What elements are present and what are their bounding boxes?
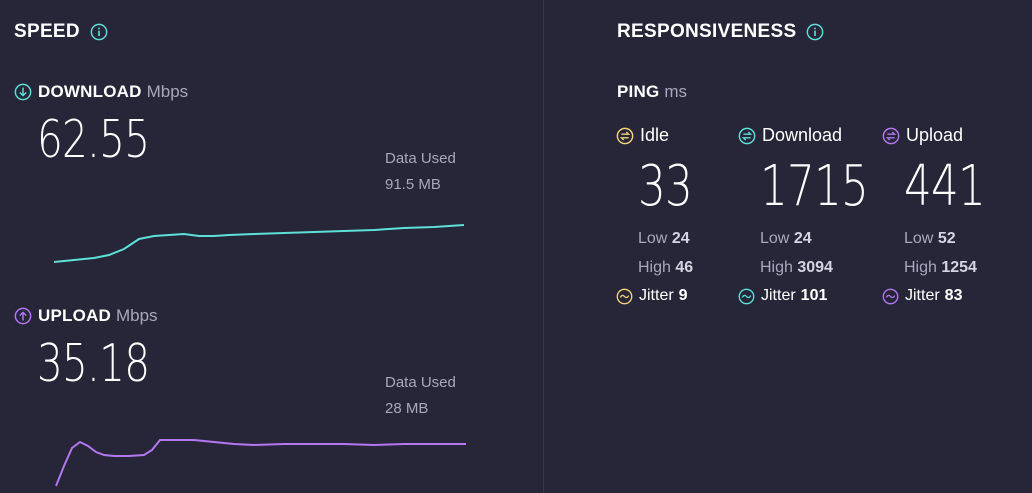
ping-idle-jitter: Jitter 9 [616, 282, 707, 310]
arrow-up-circle-icon [14, 307, 32, 325]
ping-download-high: High 3094 [760, 259, 833, 276]
upload-speed-value: 35.18 [37, 334, 150, 394]
download-data-used-value: 91.5 MB [385, 176, 441, 193]
upload-header: UPLOAD Mbps [14, 306, 158, 326]
ping-circle-icon [616, 127, 634, 144]
ping-circle-icon [882, 127, 900, 144]
upload-data-used: Data Used 28 MB [385, 370, 456, 422]
info-icon[interactable] [90, 23, 108, 41]
download-data-used-label: Data Used [385, 150, 456, 167]
download-unit: Mbps [146, 82, 189, 101]
ping-circle-icon [738, 127, 756, 144]
info-icon[interactable] [806, 23, 824, 41]
download-label: DOWNLOAD [38, 82, 142, 101]
speed-section-title: SPEED [14, 21, 108, 43]
responsiveness-title-text: RESPONSIVENESS [617, 21, 797, 42]
ping-column-download: Download 1715 Low 24 High 3094 Jitter 101 [738, 125, 899, 310]
upload-label: UPLOAD [38, 306, 111, 325]
ping-download-jitter: Jitter 101 [738, 282, 899, 310]
arrow-down-circle-icon [14, 83, 32, 101]
wave-circle-icon [616, 288, 633, 304]
ping-column-upload: Upload 441 Low 52 High 1254 Jitter 83 [882, 125, 1008, 310]
upload-speed-graph [55, 439, 466, 487]
ping-upload-value: 441 [904, 154, 986, 219]
wave-circle-icon [738, 288, 755, 304]
column-divider [543, 0, 544, 493]
ping-header: PING ms [617, 82, 687, 102]
ping-download-label: Download [762, 125, 843, 145]
upload-unit: Mbps [115, 306, 158, 325]
wave-circle-icon [882, 288, 899, 304]
ping-upload-label: Upload [906, 125, 964, 145]
ping-idle-value: 33 [638, 154, 693, 219]
ping-idle-label: Idle [640, 125, 670, 145]
upload-data-used-value: 28 MB [385, 400, 429, 417]
download-speed-value: 62.55 [37, 110, 150, 170]
ping-label: PING [617, 82, 660, 101]
download-header: DOWNLOAD Mbps [14, 82, 188, 102]
ping-download-low: Low 24 [760, 230, 812, 247]
ping-column-idle: Idle 33 Low 24 High 46 Jitter 9 [616, 125, 707, 310]
ping-download-value: 1715 [760, 154, 869, 219]
ping-idle-high: High 46 [638, 259, 694, 276]
ping-upload-high: High 1254 [904, 259, 977, 276]
ping-upload-low: Low 52 [904, 230, 956, 247]
ping-upload-jitter: Jitter 83 [882, 282, 1008, 310]
speed-title-text: SPEED [14, 21, 80, 42]
ping-unit: ms [664, 82, 688, 101]
download-speed-graph [54, 224, 465, 263]
responsiveness-section-title: RESPONSIVENESS [617, 21, 824, 43]
ping-idle-low: Low 24 [638, 230, 690, 247]
download-data-used: Data Used 91.5 MB [385, 146, 456, 198]
upload-data-used-label: Data Used [385, 374, 456, 391]
